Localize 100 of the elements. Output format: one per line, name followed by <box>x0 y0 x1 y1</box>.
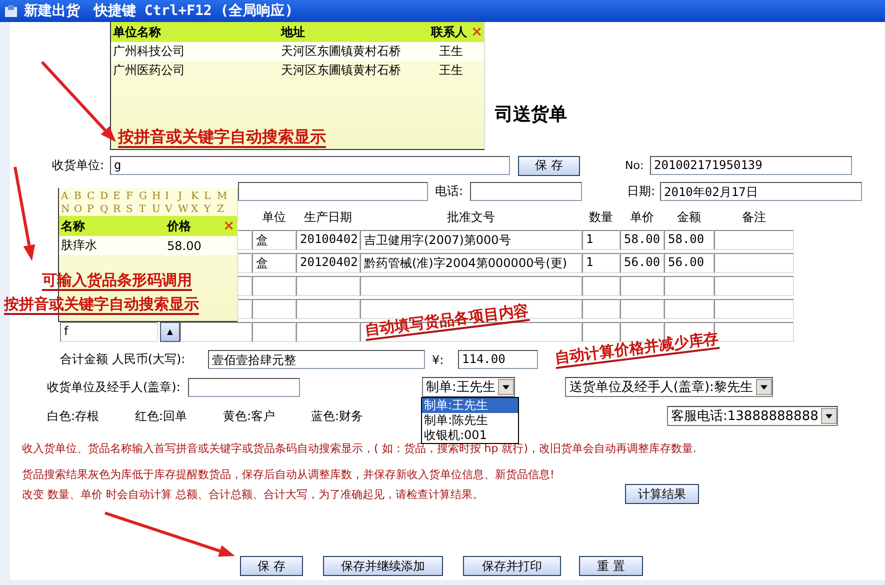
sender-select[interactable]: 送货单位及经手人(盖章):黎先生 <box>565 377 773 397</box>
table-cell[interactable] <box>252 299 296 319</box>
column-header: 数量 <box>588 209 614 226</box>
letter-link[interactable]: H <box>152 190 165 203</box>
letter-link[interactable]: V <box>165 203 178 216</box>
caret-icon <box>821 408 838 424</box>
letter-link[interactable]: K <box>191 190 204 203</box>
save-button[interactable]: 保 存 <box>518 156 580 176</box>
product-row[interactable]: 肤痒水 58.00 <box>59 236 237 255</box>
table-cell[interactable]: 58.00 <box>620 230 664 250</box>
copy-legend: 蓝色:财务 <box>311 408 361 424</box>
letter-link[interactable]: L <box>204 190 217 203</box>
copy-legend: 黄色:客户 <box>223 408 273 424</box>
letter-link[interactable]: F <box>126 190 139 203</box>
table-cell[interactable]: 20120402 <box>296 253 360 273</box>
table-cell[interactable] <box>664 299 714 319</box>
table-cell[interactable] <box>714 230 794 250</box>
letter-link[interactable]: P <box>87 203 100 216</box>
phone-field[interactable] <box>470 182 582 201</box>
table-cell[interactable] <box>180 322 252 342</box>
letter-link[interactable]: A <box>61 190 74 203</box>
customer-row[interactable]: 广州科技公司 天河区东圃镇黄村石桥 王生 <box>111 42 484 61</box>
consignee-field[interactable]: g <box>110 156 510 175</box>
table-cell[interactable] <box>714 299 794 319</box>
table-cell[interactable]: 黔药管械(准)字2004第000000号(更) <box>360 253 582 273</box>
action-button[interactable]: 保存并继续添加 <box>323 556 443 576</box>
table-cell[interactable] <box>252 322 296 342</box>
table-cell[interactable]: 58.00 <box>664 230 714 250</box>
table-cell[interactable] <box>296 322 360 342</box>
table-cell[interactable] <box>714 253 794 273</box>
form-title: 司送货单 <box>495 103 568 126</box>
table-cell[interactable] <box>582 299 620 319</box>
field-label: 电话: <box>435 183 464 200</box>
action-button[interactable]: 重 置 <box>579 556 643 576</box>
letter-link[interactable]: E <box>113 190 126 203</box>
letter-link[interactable]: S <box>126 203 139 216</box>
letter-link[interactable]: G <box>139 190 152 203</box>
letter-link[interactable]: B <box>74 190 87 203</box>
field-label: 收货单位及经手人(盖章): <box>47 378 182 396</box>
field-label: 合计金额 人民币(大写): <box>60 351 186 368</box>
table-cell[interactable]: 盒 <box>252 230 296 250</box>
table-cell[interactable] <box>360 276 582 296</box>
table-cell[interactable] <box>620 276 664 296</box>
letter-link[interactable]: I <box>165 190 178 203</box>
receiver-field[interactable] <box>188 378 300 396</box>
letter-link[interactable]: U <box>152 203 165 216</box>
letter-link[interactable]: C <box>87 190 100 203</box>
table-cell[interactable] <box>296 299 360 319</box>
product-name-field[interactable]: f <box>60 322 158 342</box>
action-button[interactable]: 保存并打印 <box>463 556 561 576</box>
customer-row[interactable]: 广州医药公司 天河区东圃镇黄村石桥 王生 <box>111 61 484 80</box>
letter-link[interactable]: N <box>61 203 74 216</box>
table-cell[interactable] <box>620 299 664 319</box>
letter-link[interactable]: T <box>139 203 152 216</box>
date-field[interactable]: 2010年02月17日 <box>660 182 862 201</box>
column-header: 单位名称 <box>113 24 162 40</box>
service-phone-select[interactable]: 客服电话:13888888888 <box>667 406 838 426</box>
letter-link[interactable]: Y <box>204 203 217 216</box>
table-cell[interactable] <box>664 276 714 296</box>
letter-link[interactable]: J <box>178 190 191 203</box>
letter-link[interactable]: Z <box>217 203 230 216</box>
letter-link[interactable]: W <box>178 203 191 216</box>
table-cell[interactable]: 盒 <box>252 253 296 273</box>
window-title: 新建出货 快捷键 Ctrl+F12 (全局响应) <box>24 2 294 20</box>
table-cell[interactable]: 20100402 <box>296 230 360 250</box>
letter-link[interactable]: X <box>191 203 204 216</box>
maker-select[interactable]: 制单:王先生 <box>422 377 516 397</box>
table-cell[interactable]: 吉卫健用字(2007)第000号 <box>360 230 582 250</box>
copy-legend: 白色:存根 <box>47 408 97 424</box>
annotation-text: 按拼音或关键字自动搜索显示 <box>118 128 326 148</box>
number-field[interactable]: 201002171950139 <box>650 156 852 175</box>
dropdown-option[interactable]: 制单:王先生 <box>422 398 518 413</box>
table-cell[interactable] <box>296 276 360 296</box>
table-cell[interactable]: 1 <box>582 230 620 250</box>
action-button[interactable]: 保 存 <box>240 556 303 576</box>
table-cell[interactable] <box>714 276 794 296</box>
column-header: 备注 <box>741 209 767 226</box>
expand-button[interactable]: ▲ <box>160 322 180 342</box>
letter-link[interactable]: Q <box>100 203 113 216</box>
caret-icon <box>756 379 772 395</box>
table-cell[interactable]: 1 <box>582 253 620 273</box>
column-header: 联系人 <box>431 24 468 40</box>
table-cell[interactable]: 56.00 <box>620 253 664 273</box>
address-field[interactable] <box>238 182 428 201</box>
calculate-button[interactable]: 计算结果 <box>625 484 699 504</box>
amount-field[interactable]: 114.00 <box>458 350 538 369</box>
table-cell[interactable] <box>582 322 620 342</box>
table-cell[interactable]: 56.00 <box>664 253 714 273</box>
note-text: 货品搜索结果灰色为库低于库存提醒数货品，保存后自动从调整库数，并保存新收入货单位信息、新货品信息! <box>22 466 554 482</box>
field-label: 日期: <box>627 183 656 200</box>
table-cell[interactable] <box>582 276 620 296</box>
letter-link[interactable]: R <box>113 203 126 216</box>
column-header: 金额 <box>676 209 702 226</box>
field-label: 收货单位: <box>52 157 106 174</box>
letter-link[interactable]: M <box>217 190 230 203</box>
column-header: 批准文号 <box>446 209 496 226</box>
table-cell[interactable] <box>252 276 296 296</box>
letter-link[interactable]: D <box>100 190 113 203</box>
letter-link[interactable]: O <box>74 203 87 216</box>
amount-words-field[interactable]: 壹佰壹拾肆元整 <box>208 350 425 369</box>
